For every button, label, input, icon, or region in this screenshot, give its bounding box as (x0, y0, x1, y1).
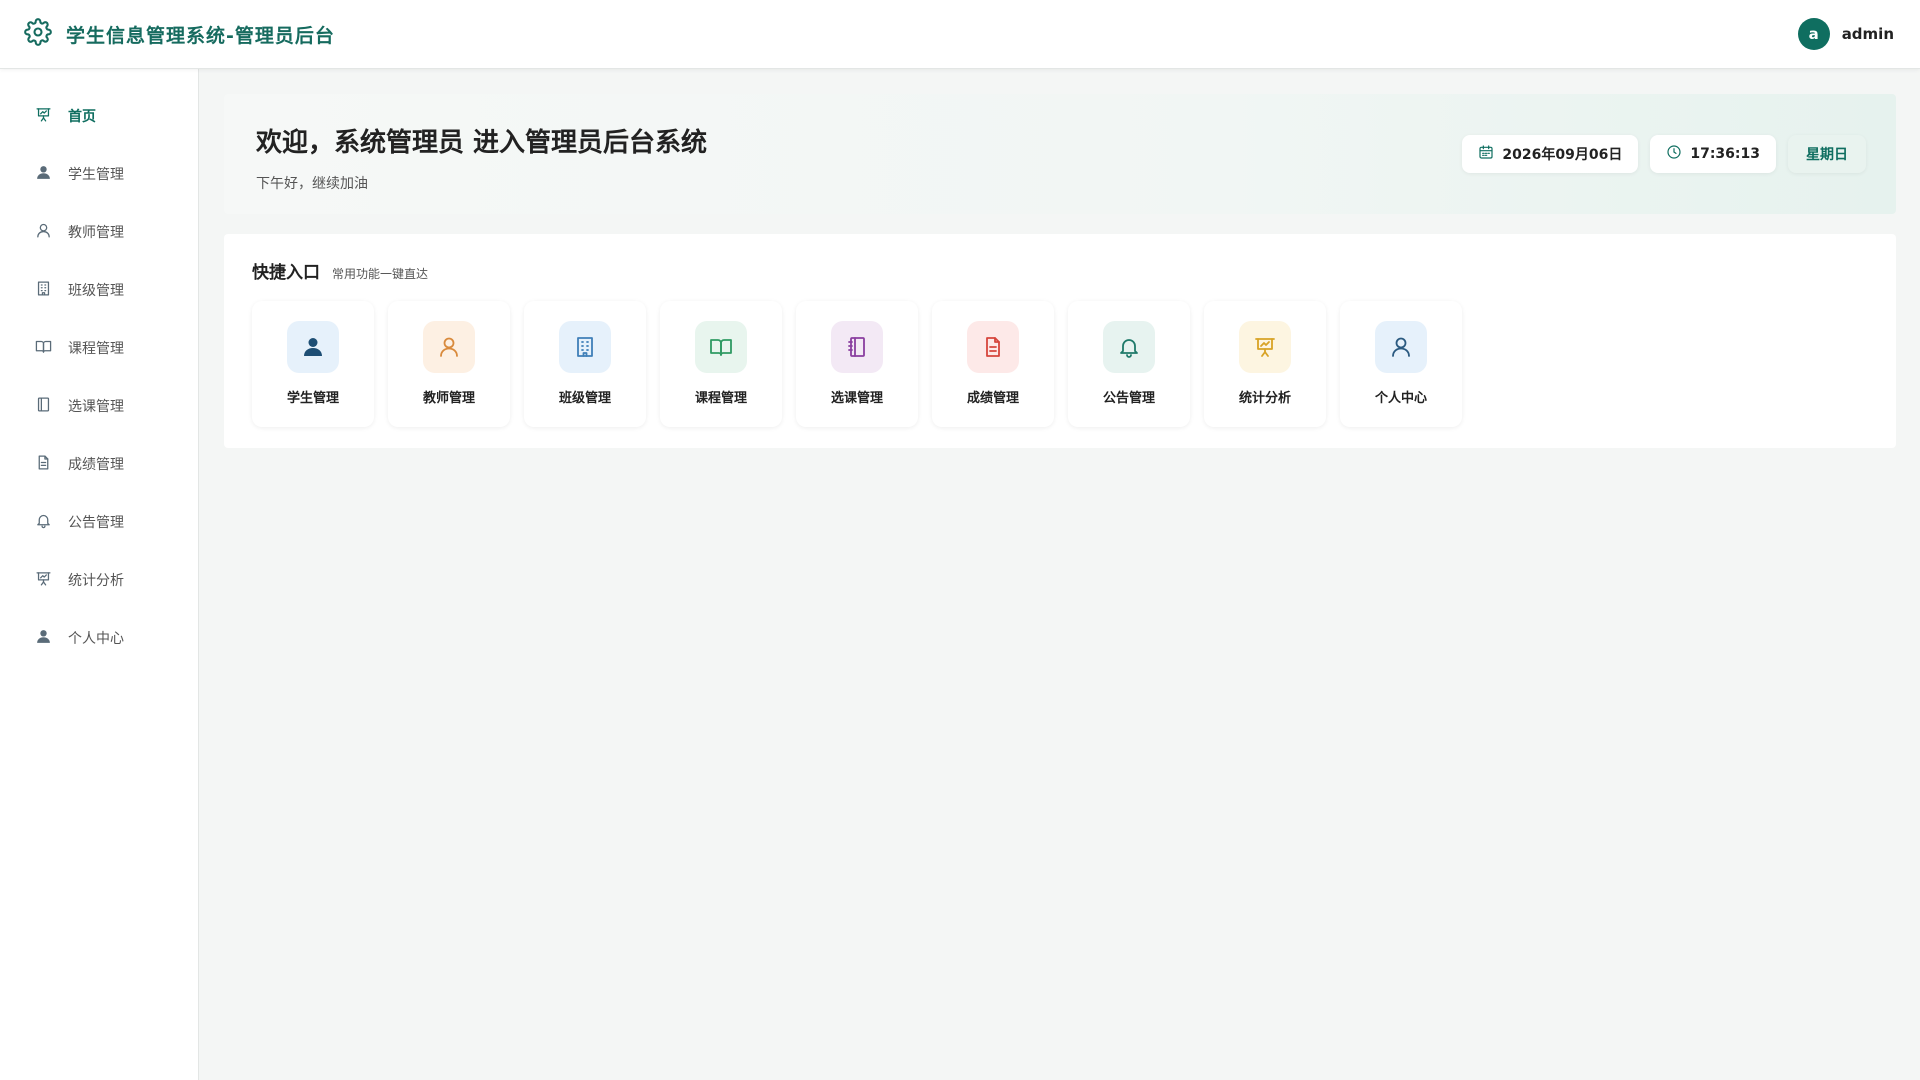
sidebar-item-enrollment[interactable]: 选课管理 (0, 377, 198, 435)
date-text: 2026年09月06日 (1502, 147, 1623, 163)
sidebar-item-label: 统计分析 (68, 573, 124, 589)
weekday-text: 星期日 (1806, 147, 1848, 163)
quick-card-label: 统计分析 (1238, 391, 1291, 406)
sidebar: 首页 学生管理 教师管理 班级管理 课程管理 选课管理 成绩管理 公告管理 统计… (0, 69, 199, 1080)
gear-icon (24, 18, 52, 50)
quick-card-label: 教师管理 (422, 391, 475, 406)
quick-access-title: 快捷入口 (252, 263, 320, 283)
quick-card-label: 班级管理 (558, 391, 611, 406)
user-outline-icon (423, 321, 475, 373)
username[interactable]: admin (1842, 25, 1894, 43)
book-open-icon (35, 338, 52, 359)
sidebar-item-announcements[interactable]: 公告管理 (0, 493, 198, 551)
sidebar-item-label: 选课管理 (68, 399, 124, 415)
quick-card-announcements[interactable]: 公告管理 (1068, 301, 1190, 427)
quick-access-cards: 学生管理 教师管理 班级管理 课程管理 选课管理 成绩管理 公告管理 统计分析 … (252, 301, 1868, 427)
sidebar-item-students[interactable]: 学生管理 (0, 145, 198, 203)
sidebar-item-label: 个人中心 (68, 631, 124, 647)
bell-icon (1103, 321, 1155, 373)
document-icon (967, 321, 1019, 373)
welcome-subtitle: 下午好，继续加油 (256, 176, 368, 192)
sidebar-item-label: 教师管理 (68, 225, 124, 241)
sidebar-item-label: 班级管理 (68, 283, 124, 299)
date-chip: 2026年09月06日 (1462, 135, 1639, 173)
user-outline-icon (1375, 321, 1427, 373)
user-outline-icon (35, 222, 52, 243)
bell-icon (35, 512, 52, 533)
quick-card-label: 成绩管理 (966, 391, 1019, 406)
user-menu[interactable]: a admin (1797, 18, 1894, 50)
quick-access-panel: 快捷入口 常用功能一键直达 学生管理 教师管理 班级管理 课程管理 选课管理 成… (224, 234, 1896, 448)
building-icon (35, 280, 52, 301)
quick-card-courses[interactable]: 课程管理 (660, 301, 782, 427)
app-title: 学生信息管理系统-管理员后台 (66, 24, 335, 47)
welcome-banner: 欢迎，系统管理员 进入管理员后台系统 下午好，继续加油 2026年09月06日 … (224, 94, 1896, 214)
user-filled-icon (287, 321, 339, 373)
time-text: 17:36:13 (1690, 146, 1760, 162)
quick-card-classes[interactable]: 班级管理 (524, 301, 646, 427)
sidebar-item-profile[interactable]: 个人中心 (0, 609, 198, 667)
presentation-chart-icon (1239, 321, 1291, 373)
quick-card-label: 公告管理 (1102, 391, 1155, 406)
sidebar-item-home[interactable]: 首页 (0, 87, 198, 145)
datetime-chips: 2026年09月06日 17:36:13 星期日 (1462, 135, 1866, 173)
presentation-chart-icon (35, 106, 52, 127)
sidebar-item-courses[interactable]: 课程管理 (0, 319, 198, 377)
building-icon (559, 321, 611, 373)
presentation-chart-icon (35, 570, 52, 591)
book-open-icon (695, 321, 747, 373)
user-filled-icon (35, 164, 52, 185)
clock-icon (1666, 144, 1682, 164)
notebook-icon (831, 321, 883, 373)
calendar-icon (1478, 144, 1494, 164)
sidebar-item-label: 首页 (68, 109, 96, 125)
quick-card-teachers[interactable]: 教师管理 (388, 301, 510, 427)
weekday-chip: 星期日 (1788, 135, 1866, 173)
quick-card-label: 个人中心 (1374, 391, 1427, 406)
quick-card-statistics[interactable]: 统计分析 (1204, 301, 1326, 427)
document-icon (35, 454, 52, 475)
sidebar-item-teachers[interactable]: 教师管理 (0, 203, 198, 261)
sidebar-item-label: 成绩管理 (68, 457, 124, 473)
avatar[interactable]: a (1797, 18, 1830, 50)
sidebar-item-label: 课程管理 (68, 341, 124, 357)
quick-card-enrollment[interactable]: 选课管理 (796, 301, 918, 427)
top-header: 学生信息管理系统-管理员后台 a admin (0, 0, 1920, 69)
time-chip: 17:36:13 (1650, 135, 1776, 173)
sidebar-item-statistics[interactable]: 统计分析 (0, 551, 198, 609)
quick-card-label: 选课管理 (830, 391, 883, 406)
sidebar-item-grades[interactable]: 成绩管理 (0, 435, 198, 493)
quick-card-label: 课程管理 (694, 391, 747, 406)
brand[interactable]: 学生信息管理系统-管理员后台 (24, 18, 335, 50)
quick-access-subtitle: 常用功能一键直达 (332, 267, 429, 281)
quick-access-header: 快捷入口 常用功能一键直达 (252, 258, 1868, 283)
quick-card-label: 学生管理 (286, 391, 339, 406)
quick-card-students[interactable]: 学生管理 (252, 301, 374, 427)
quick-card-grades[interactable]: 成绩管理 (932, 301, 1054, 427)
sidebar-item-classes[interactable]: 班级管理 (0, 261, 198, 319)
quick-card-profile[interactable]: 个人中心 (1340, 301, 1462, 427)
sidebar-item-label: 学生管理 (68, 167, 124, 183)
user-filled-icon (35, 628, 52, 649)
notebook-icon (35, 396, 52, 417)
sidebar-item-label: 公告管理 (68, 515, 124, 531)
